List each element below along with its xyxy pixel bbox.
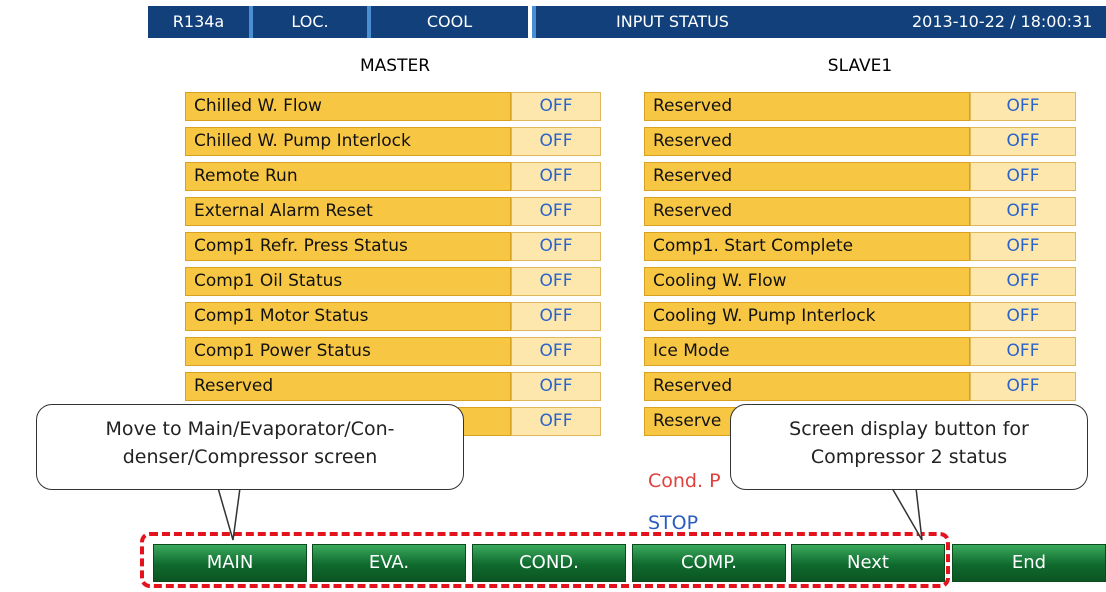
next-callout-line2: Compressor 2 status	[810, 446, 1008, 468]
next-button-callout: Screen display button for Compressor 2 s…	[730, 404, 1088, 490]
navigation-callout-line1: Move to Main/Evaporator/Con-	[105, 418, 395, 440]
navigation-callout-line2: denser/Compressor screen	[122, 446, 378, 468]
callout-pointers	[217, 487, 923, 541]
next-callout-line1: Screen display button for	[789, 418, 1029, 440]
left-callout-tail	[217, 487, 241, 541]
right-callout-tail	[890, 487, 923, 541]
navigation-callout: Move to Main/Evaporator/Con- denser/Comp…	[36, 404, 464, 490]
